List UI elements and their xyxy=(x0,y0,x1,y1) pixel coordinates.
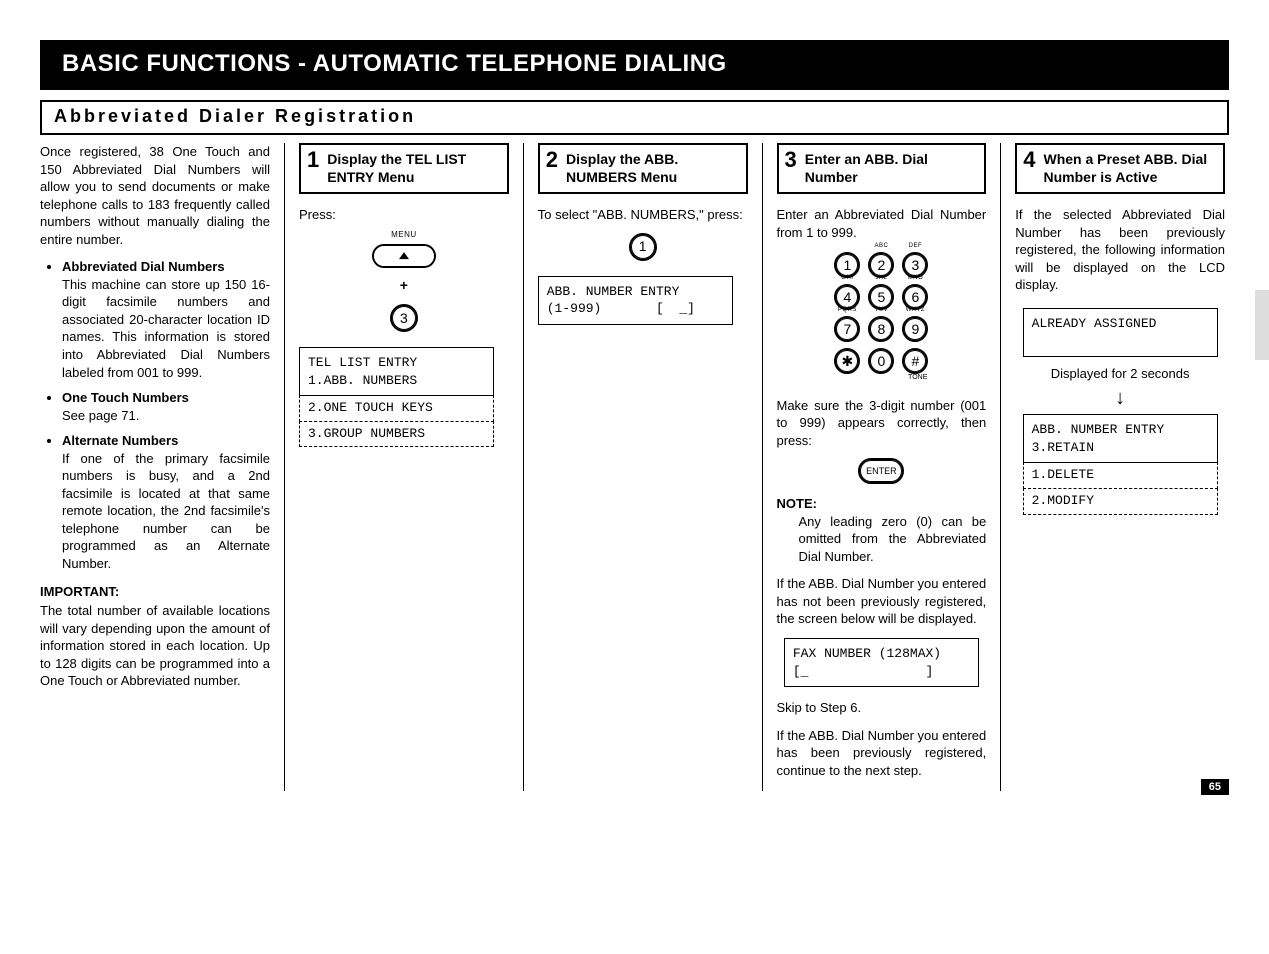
note-head: NOTE: xyxy=(777,495,987,513)
bullet-alternate: Alternate Numbers If one of the primary … xyxy=(62,432,270,572)
bullet-text: See page 71. xyxy=(62,408,139,423)
key-letters: GHI xyxy=(841,274,853,282)
step1-press: Press: xyxy=(299,206,509,224)
lcd-screen: ABB. NUMBER ENTRY (1-999) [ _] xyxy=(538,276,733,325)
lcd-screen-already: ALREADY ASSIGNED xyxy=(1023,308,1218,357)
wait-text: Displayed for 2 seconds xyxy=(1015,365,1225,383)
menu-key: MENU xyxy=(299,230,509,269)
bullet-head: Abbreviated Dial Numbers xyxy=(62,258,270,276)
plus-icon: + xyxy=(299,276,509,295)
lcd-line: TEL LIST ENTRY xyxy=(308,355,417,370)
retain-menu: ABB. NUMBER ENTRY 3.RETAIN 1.DELETE 2.MO… xyxy=(1023,414,1218,514)
lcd-line: ABB. NUMBER ENTRY xyxy=(547,284,680,299)
intro-column: Once registered, 38 One Touch and 150 Ab… xyxy=(40,143,284,791)
section-title: Abbreviated Dialer Registration xyxy=(40,100,1229,135)
menu-key-label: MENU xyxy=(391,230,417,241)
page-number-badge: 65 xyxy=(1201,779,1229,795)
menu-option-dashed: 3.GROUP NUMBERS xyxy=(299,421,494,448)
key-letters: DEF xyxy=(909,242,923,250)
keypad-key-star: ✱ xyxy=(834,348,860,374)
bullet-head: One Touch Numbers xyxy=(62,389,270,407)
page-number: 65 xyxy=(1209,781,1221,793)
bullet-text: This machine can store up 150 16-digit f… xyxy=(62,277,270,380)
step-header: 3 Enter an ABB. Dial Number xyxy=(777,143,987,194)
step-title: When a Preset ABB. Dial Number is Active xyxy=(1044,149,1218,186)
step-1-column: 1 Display the TEL LIST ENTRY Menu Press:… xyxy=(284,143,523,791)
arrow-down-icon: ↓ xyxy=(1015,388,1225,408)
step3-text3: If the ABB. Dial Number you entered has … xyxy=(777,575,987,628)
step-header: 4 When a Preset ABB. Dial Number is Acti… xyxy=(1015,143,1225,194)
lcd-line: ALREADY ASSIGNED xyxy=(1032,316,1157,331)
step-2-column: 2 Display the ABB. NUMBERS Menu To selec… xyxy=(523,143,762,791)
lcd-line: (1-999) [ _] xyxy=(547,301,695,316)
enter-key: ENTER xyxy=(858,458,904,484)
step-number: 1 xyxy=(305,149,321,171)
key-letters: WXYZ xyxy=(906,306,925,314)
step-header: 1 Display the TEL LIST ENTRY Menu xyxy=(299,143,509,194)
lcd-screen: ABB. NUMBER ENTRY 3.RETAIN xyxy=(1023,414,1218,463)
tone-label: TONE xyxy=(901,373,929,382)
lcd-screen: FAX NUMBER (128MAX) [_ ] xyxy=(784,638,979,687)
step-title: Enter an ABB. Dial Number xyxy=(805,149,979,186)
step2-text: To select "ABB. NUMBERS," press: xyxy=(538,206,748,224)
thumb-tab xyxy=(1255,290,1269,360)
lcd-line: 3.RETAIN xyxy=(1032,440,1094,455)
key-letters: TUV xyxy=(875,306,889,314)
lcd-line: FAX NUMBER (128MAX) xyxy=(793,646,941,661)
page-header: BASIC FUNCTIONS - AUTOMATIC TELEPHONE DI… xyxy=(40,40,1229,90)
step-title: Display the ABB. NUMBERS Menu xyxy=(566,149,740,186)
bullet-abb-dial: Abbreviated Dial Numbers This machine ca… xyxy=(62,258,270,381)
step4-text1: If the selected Abbreviated Dial Number … xyxy=(1015,206,1225,294)
bullet-one-touch: One Touch Numbers See page 71. xyxy=(62,389,270,424)
keypad-key-1: 1 xyxy=(629,233,657,261)
tel-list-menu: TEL LIST ENTRY 1.ABB. NUMBERS 2.ONE TOUC… xyxy=(299,347,494,447)
lcd-line: ABB. NUMBER ENTRY xyxy=(1032,422,1165,437)
enter-key-label: ENTER xyxy=(866,465,897,477)
keypad-key-8: 8 xyxy=(868,316,894,342)
step-number: 3 xyxy=(783,149,799,171)
keypad-key-9: 9 xyxy=(902,316,928,342)
important-head: IMPORTANT: xyxy=(40,583,270,601)
step3-text1: Enter an Abbreviated Dial Number from 1 … xyxy=(777,206,987,241)
keypad-key-7: 7 xyxy=(834,316,860,342)
key-letters: ABC xyxy=(874,242,888,250)
keypad-key-hash: # xyxy=(902,348,928,374)
keypad-key-0: 0 xyxy=(868,348,894,374)
bullet-text: If one of the primary facsimile numbers … xyxy=(62,451,270,571)
lcd-screen: TEL LIST ENTRY 1.ABB. NUMBERS xyxy=(299,347,494,396)
section-title-text: Abbreviated Dialer Registration xyxy=(54,106,416,126)
step-number: 4 xyxy=(1021,149,1037,171)
menu-option-dashed: 1.DELETE xyxy=(1023,462,1218,489)
key-letters: JKL xyxy=(875,274,887,282)
keypad-key-3: 3 xyxy=(390,304,418,332)
page-title: BASIC FUNCTIONS - AUTOMATIC TELEPHONE DI… xyxy=(62,50,727,77)
menu-option-dashed: 2.MODIFY xyxy=(1023,488,1218,515)
intro-para: Once registered, 38 One Touch and 150 Ab… xyxy=(40,143,270,248)
note-text: Any leading zero (0) can be omitted from… xyxy=(799,513,987,566)
step-header: 2 Display the ABB. NUMBERS Menu xyxy=(538,143,748,194)
step3-text4: If the ABB. Dial Number you entered has … xyxy=(777,727,987,780)
step-3-column: 3 Enter an ABB. Dial Number Enter an Abb… xyxy=(762,143,1001,791)
bullet-head: Alternate Numbers xyxy=(62,432,270,450)
important-text: The total number of available locations … xyxy=(40,602,270,690)
menu-rocker-icon xyxy=(372,244,436,268)
step-number: 2 xyxy=(544,149,560,171)
step3-text2: Make sure the 3-digit number (001 to 999… xyxy=(777,397,987,450)
skip-text: Skip to Step 6. xyxy=(777,699,987,717)
dial-keypad: 1 ABC2 DEF3 GHI4 JKL5 MNO6 PQRS7 TUV8 WX… xyxy=(833,251,929,386)
menu-option-dashed: 2.ONE TOUCH KEYS xyxy=(299,395,494,422)
step-title: Display the TEL LIST ENTRY Menu xyxy=(327,149,501,186)
step-4-column: 4 When a Preset ABB. Dial Number is Acti… xyxy=(1000,143,1229,791)
lcd-line: 1.ABB. NUMBERS xyxy=(308,373,417,388)
key-letters: PQRS xyxy=(838,306,857,314)
key-letters: MNO xyxy=(908,274,924,282)
lcd-line: [_ ] xyxy=(793,664,933,679)
